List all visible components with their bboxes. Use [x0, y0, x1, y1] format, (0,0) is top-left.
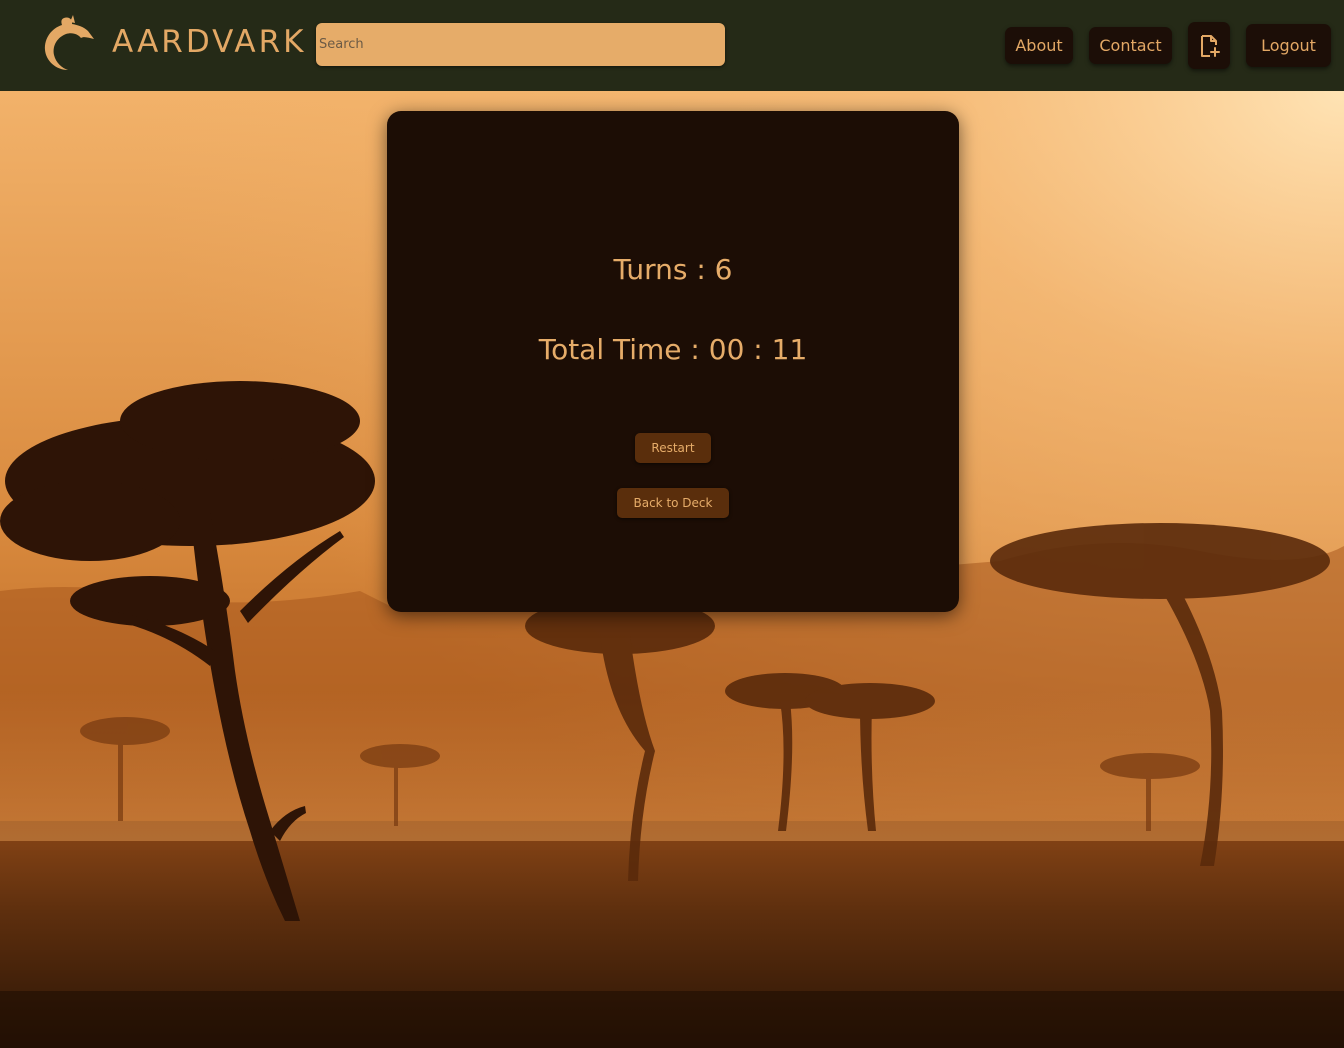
- contact-button[interactable]: Contact: [1089, 27, 1172, 64]
- file-plus-icon: [1201, 34, 1220, 57]
- turns-count: Turns : 6: [613, 253, 733, 286]
- back-to-deck-button[interactable]: Back to Deck: [617, 488, 729, 518]
- new-document-button[interactable]: [1188, 22, 1230, 69]
- search-input[interactable]: [316, 23, 725, 66]
- aardvark-logo-icon[interactable]: [42, 14, 96, 72]
- restart-button[interactable]: Restart: [635, 433, 711, 463]
- navbar: AARDVARK About Contact Logout: [0, 0, 1344, 91]
- brand-name[interactable]: AARDVARK: [112, 22, 306, 62]
- logout-button[interactable]: Logout: [1246, 24, 1331, 67]
- game-result-card: Turns : 6 Total Time : 00 : 11 Restart B…: [387, 111, 959, 612]
- total-time: Total Time : 00 : 11: [538, 333, 808, 366]
- about-button[interactable]: About: [1005, 27, 1073, 64]
